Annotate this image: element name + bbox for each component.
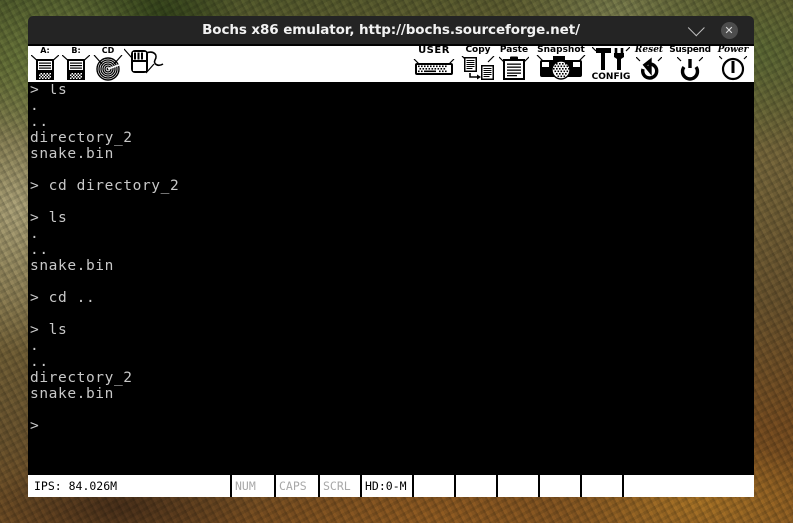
emulator-toolbar: A: B: CD USER Copy Paste Snapshot CONFIG…	[28, 44, 754, 84]
toolbar-button-suspend[interactable]: Suspend	[666, 46, 714, 82]
emulator-screen[interactable]: > ls . .. directory_2 snake.bin > cd dir…	[28, 84, 754, 472]
status-indicator-slot-10	[622, 475, 754, 497]
toolbar-button-mouse[interactable]	[123, 46, 166, 82]
status-indicator-caps: CAPS	[274, 475, 318, 497]
toolbar-button-reset[interactable]: Reset	[632, 46, 666, 82]
toolbar-right-group: USER Copy Paste Snapshot CONFIG Reset Su…	[408, 46, 752, 82]
snapshot-label: Snapshot	[537, 45, 585, 55]
toolbar-button-copy[interactable]: Copy	[460, 46, 496, 82]
close-icon: ✕	[720, 21, 738, 39]
emulator-statusbar: IPS: 84.026M NUM CAPS SCRL HD:0-M	[28, 472, 754, 497]
reset-label: Reset	[634, 45, 664, 55]
floppy-b-icon	[61, 54, 91, 81]
toolbar-button-floppy-a[interactable]: A:	[30, 46, 60, 82]
cdrom-icon	[93, 54, 123, 81]
reset-icon	[635, 56, 663, 81]
paste-label: Paste	[499, 45, 529, 55]
power-icon	[718, 55, 748, 81]
terminal-output: > ls . .. directory_2 snake.bin > cd dir…	[30, 84, 180, 434]
mouse-icon	[123, 47, 166, 77]
config-label: CONFIG	[591, 72, 631, 82]
status-indicator-scrl: SCRL	[318, 475, 360, 497]
copy-label: Copy	[465, 45, 491, 55]
status-indicator-slot-7	[496, 475, 538, 497]
toolbar-button-paste[interactable]: Paste	[496, 46, 532, 82]
ips-indicator: IPS: 84.026M	[34, 479, 118, 493]
copy-icon	[461, 55, 495, 80]
user-label: USER	[418, 45, 450, 56]
paste-icon	[498, 56, 530, 80]
camera-icon	[535, 54, 587, 81]
toolbar-button-user[interactable]: USER	[408, 46, 460, 82]
window-title: Bochs x86 emulator, http://bochs.sourcef…	[202, 22, 580, 38]
floppy-a-icon	[30, 54, 60, 81]
status-indicator-slot-8	[538, 475, 580, 497]
status-indicator-slot-6	[454, 475, 496, 497]
status-indicator-num: NUM	[230, 475, 274, 497]
config-tools-icon	[591, 46, 631, 73]
status-indicator-slot-5	[412, 475, 454, 497]
floppy-b-label: B:	[71, 46, 81, 55]
toolbar-button-cdrom[interactable]: CD	[92, 46, 124, 82]
power-label: Power	[717, 45, 749, 55]
suspend-label: Suspend	[669, 45, 711, 55]
status-indicator-slot-9	[580, 475, 622, 497]
toolbar-left-group: A: B: CD	[30, 46, 166, 82]
close-button[interactable]: ✕	[716, 16, 742, 44]
toolbar-button-floppy-b[interactable]: B:	[60, 46, 92, 82]
cdrom-label: CD	[101, 46, 115, 55]
chevron-down-icon	[687, 19, 705, 37]
suspend-icon	[676, 56, 704, 81]
floppy-a-label: A:	[40, 46, 50, 55]
user-keyboard-icon	[412, 58, 456, 77]
minimize-button[interactable]	[684, 16, 710, 44]
status-indicator-hd: HD:0-M	[360, 475, 412, 497]
toolbar-button-config[interactable]: CONFIG	[590, 46, 632, 82]
window-titlebar[interactable]: Bochs x86 emulator, http://bochs.sourcef…	[28, 16, 754, 44]
toolbar-button-power[interactable]: Power	[714, 46, 752, 82]
toolbar-button-snapshot[interactable]: Snapshot	[532, 46, 590, 82]
bochs-emulator-window: Bochs x86 emulator, http://bochs.sourcef…	[28, 16, 754, 502]
